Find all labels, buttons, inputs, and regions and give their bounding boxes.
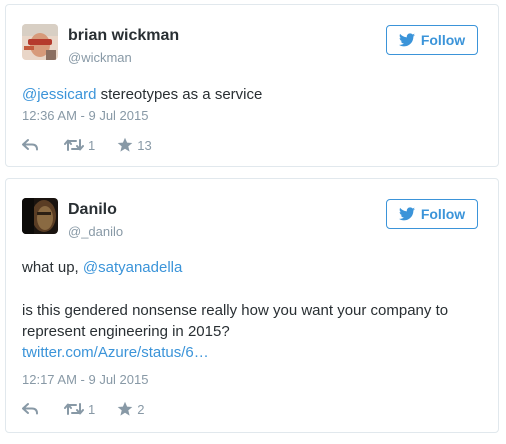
retweet-icon [64, 402, 84, 416]
user-name[interactable]: Danilo [68, 201, 117, 219]
avatar[interactable] [22, 198, 58, 234]
tweet-text-body: stereotypes as a service [96, 86, 263, 103]
tweet-card: brian wickman @wickman Follow @jessicard… [5, 4, 499, 167]
favorite-button[interactable]: 13 [117, 137, 152, 153]
favorite-button[interactable]: 2 [117, 401, 144, 417]
follow-button[interactable]: Follow [386, 199, 478, 229]
user-handle[interactable]: @wickman [68, 50, 132, 65]
timestamp[interactable]: 12:36 AM - 9 Jul 2015 [22, 108, 148, 123]
reply-button[interactable] [22, 138, 38, 152]
retweet-count: 1 [88, 401, 96, 417]
favorite-count: 13 [137, 137, 152, 153]
mention-link[interactable]: @jessicard [22, 86, 96, 103]
retweet-icon [64, 138, 84, 152]
tweet-text: @jessicard stereotypes as a service [22, 84, 474, 105]
tweet-actions: 1 2 [22, 400, 144, 418]
user-handle[interactable]: @_danilo [68, 224, 123, 239]
reply-icon [22, 138, 38, 152]
reply-button[interactable] [22, 402, 38, 416]
favorite-count: 2 [137, 401, 145, 417]
star-icon [117, 137, 133, 153]
retweet-button[interactable]: 1 [64, 138, 95, 153]
tweet-paragraph: is this gendered nonsense really how you… [22, 302, 449, 340]
tweet-text-body: what up, [22, 259, 83, 276]
bird-icon [398, 33, 415, 47]
tweet-card: Danilo @_danilo Follow what up, @satyana… [5, 178, 499, 433]
tweet-text: what up, @satyanadella is this gendered … [22, 257, 474, 363]
timestamp[interactable]: 12:17 AM - 9 Jul 2015 [22, 372, 148, 387]
tweet-actions: 1 13 [22, 136, 152, 154]
retweet-button[interactable]: 1 [64, 402, 95, 417]
mention-link[interactable]: @satyanadella [83, 259, 182, 276]
follow-button[interactable]: Follow [386, 25, 478, 55]
follow-label: Follow [420, 206, 466, 222]
avatar[interactable] [22, 24, 58, 60]
reply-icon [22, 402, 38, 416]
bird-icon [398, 207, 415, 221]
star-icon [117, 401, 133, 417]
retweet-count: 1 [88, 137, 96, 153]
follow-label: Follow [420, 32, 466, 48]
status-link[interactable]: twitter.com/Azure/status/6… [22, 344, 209, 361]
user-name[interactable]: brian wickman [68, 27, 179, 45]
